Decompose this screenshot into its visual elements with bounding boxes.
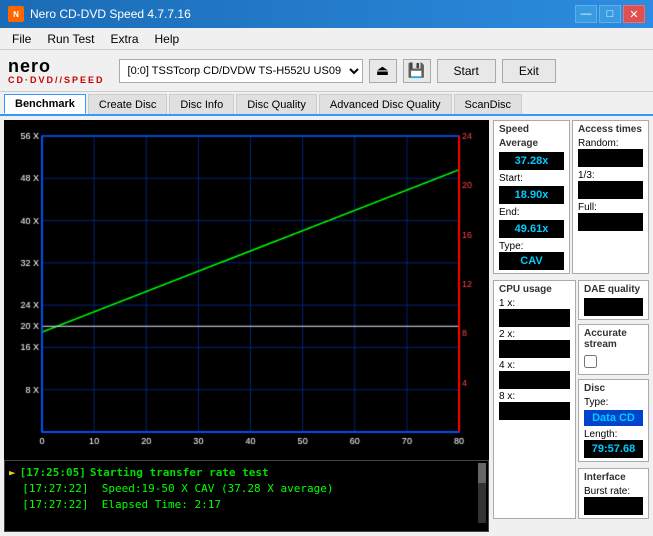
menu-file[interactable]: File	[4, 30, 39, 48]
header-row: nero CD·DVD//SPEED [0:0] TSSTcorp CD/DVD…	[0, 50, 653, 92]
random-label: Random:	[578, 138, 643, 149]
log-line-1: [17:27:22] Speed:19-50 X CAV (37.28 X av…	[9, 481, 484, 497]
interface-title: Interface	[584, 472, 643, 483]
disc-section: Disc Type: Data CD Length: 79:57.68	[578, 379, 649, 462]
cpu-8x-label: 8 x:	[499, 391, 570, 402]
right-panel: Speed Average 37.28x Start: 18.90x End: …	[493, 116, 653, 536]
speed-type-value: CAV	[499, 252, 564, 270]
log-icon-0: ►	[9, 465, 16, 481]
speed-type-label: Type:	[499, 241, 564, 252]
disc-length-label: Length:	[584, 429, 643, 440]
accurate-stream-section: Accurate stream	[578, 324, 649, 375]
speed-average-value: 37.28x	[499, 152, 564, 170]
chart-area	[4, 120, 489, 460]
save-icon-button[interactable]: 💾	[403, 59, 431, 83]
start-button[interactable]: Start	[437, 59, 496, 83]
tab-benchmark[interactable]: Benchmark	[4, 94, 86, 114]
dae-section: DAE quality	[578, 280, 649, 320]
speed-start-label: Start:	[499, 173, 523, 184]
speed-start-value: 18.90x	[499, 186, 564, 204]
access-times-section: Access times Random: 1/3: Full:	[572, 120, 649, 274]
speed-average-label: Average	[499, 138, 564, 149]
tab-disc-quality[interactable]: Disc Quality	[236, 94, 317, 114]
eject-icon-button[interactable]: ⏏	[369, 59, 397, 83]
cpu-1x-label: 1 x:	[499, 298, 570, 309]
interface-section: Interface Burst rate:	[578, 468, 649, 519]
minimize-button[interactable]: —	[575, 5, 597, 23]
log-line-0: ► [17:25:05] Starting transfer rate test	[9, 465, 484, 481]
one-third-label: 1/3:	[578, 170, 643, 181]
window-controls: — □ ✕	[575, 5, 645, 23]
exit-button[interactable]: Exit	[502, 59, 556, 83]
main-content: ► [17:25:05] Starting transfer rate test…	[0, 116, 653, 536]
cpu-usage-title: CPU usage	[499, 284, 570, 295]
random-value	[578, 149, 643, 167]
disc-title: Disc	[584, 383, 643, 394]
menu-extra[interactable]: Extra	[102, 30, 146, 48]
drive-selector[interactable]: [0:0] TSSTcorp CD/DVDW TS-H552U US09	[119, 59, 363, 83]
app-icon: N	[8, 6, 24, 22]
cpu-2x-value	[499, 340, 570, 358]
close-button[interactable]: ✕	[623, 5, 645, 23]
nero-logo: nero CD·DVD//SPEED	[8, 57, 105, 85]
dae-value	[584, 298, 643, 316]
title-bar-text: Nero CD-DVD Speed 4.7.7.16	[30, 7, 191, 21]
speed-title: Speed	[499, 124, 564, 135]
disc-type-label: Type:	[584, 397, 643, 408]
disc-type-value: Data CD	[584, 410, 643, 426]
tab-create-disc[interactable]: Create Disc	[88, 94, 167, 114]
dae-title: DAE quality	[584, 284, 643, 295]
tab-advanced-disc-quality[interactable]: Advanced Disc Quality	[319, 94, 452, 114]
log-area: ► [17:25:05] Starting transfer rate test…	[4, 460, 489, 532]
cpu-2x-label: 2 x:	[499, 329, 570, 340]
benchmark-chart	[4, 120, 489, 460]
burst-rate-value	[584, 497, 643, 515]
burst-rate-label: Burst rate:	[584, 486, 643, 497]
cpu-8x-value	[499, 402, 570, 420]
speed-end-value: 49.61x	[499, 220, 564, 238]
speed-section: Speed Average 37.28x Start: 18.90x End: …	[493, 120, 570, 274]
tab-scandisc[interactable]: ScanDisc	[454, 94, 522, 114]
log-scrollbar[interactable]	[478, 463, 486, 523]
log-line-2: [17:27:22] Elapsed Time: 2:17	[9, 497, 484, 513]
full-value	[578, 213, 643, 231]
cpu-4x-label: 4 x:	[499, 360, 570, 371]
accurate-stream-title: Accurate stream	[584, 328, 643, 350]
cpu-4x-value	[499, 371, 570, 389]
menu-bar: File Run Test Extra Help	[0, 28, 653, 50]
disc-length-value: 79:57.68	[584, 440, 643, 458]
access-times-title: Access times	[578, 124, 643, 135]
cpu-1x-value	[499, 309, 570, 327]
maximize-button[interactable]: □	[599, 5, 621, 23]
one-third-value	[578, 181, 643, 199]
full-label: Full:	[578, 202, 643, 213]
speed-end-label: End:	[499, 207, 520, 218]
title-bar: N Nero CD-DVD Speed 4.7.7.16 — □ ✕	[0, 0, 653, 28]
cpu-usage-section: CPU usage 1 x: 2 x: 4 x: 8 x:	[493, 280, 576, 519]
tabs-row: Benchmark Create Disc Disc Info Disc Qua…	[0, 92, 653, 116]
menu-run-test[interactable]: Run Test	[39, 30, 102, 48]
tab-disc-info[interactable]: Disc Info	[169, 94, 234, 114]
accurate-stream-checkbox[interactable]	[584, 355, 597, 368]
menu-help[interactable]: Help	[147, 30, 188, 48]
